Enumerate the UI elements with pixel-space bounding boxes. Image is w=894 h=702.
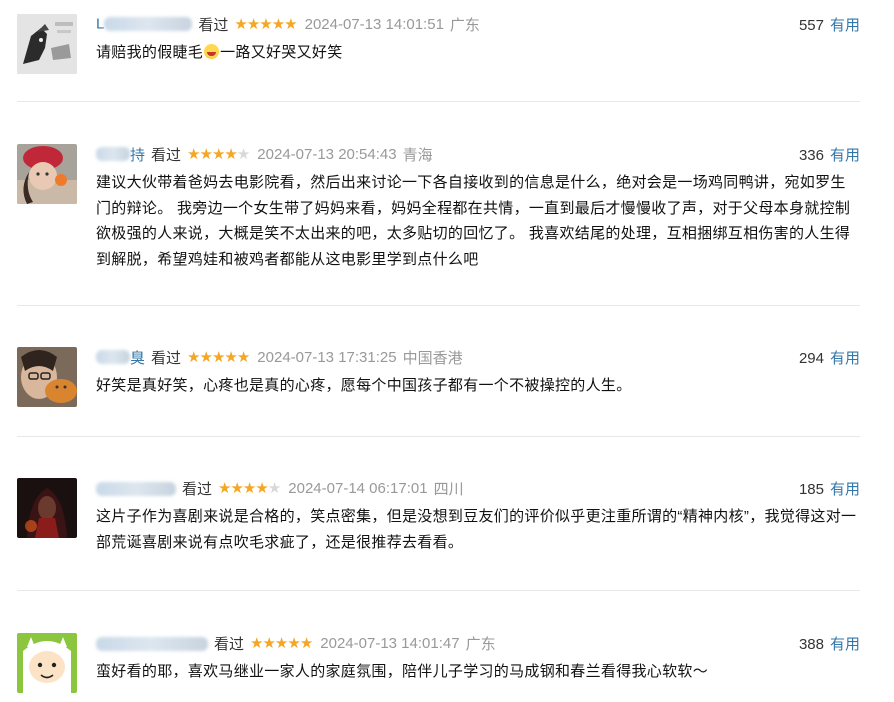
- vote-number: 185: [798, 480, 824, 498]
- star-icon: ★: [199, 349, 212, 366]
- username-visible-part: 持: [130, 146, 146, 164]
- comment-time: 2024-07-13 20:54:43: [257, 145, 397, 163]
- username-visible-part: 臭: [130, 349, 146, 367]
- star-icon: ★: [271, 16, 285, 33]
- comment-content: 建议大伙带着爸妈去电影院看，然后出来讨论一下各自接收到的信息是什么，绝对会是一场…: [96, 174, 851, 268]
- divider: [17, 436, 860, 437]
- username-link[interactable]: 持: [96, 144, 145, 165]
- useful-button[interactable]: 有用: [830, 636, 860, 653]
- watch-status: 看过: [182, 480, 213, 498]
- star-icon: ★: [187, 349, 200, 366]
- username-link[interactable]: [96, 480, 176, 497]
- comment-location: 广东: [465, 635, 496, 653]
- star-rating: ★★★★★: [218, 479, 281, 497]
- comment-content: 这片子作为喜剧来说是合格的，笑点密集，但是没想到豆友们的评价似乎更注重所谓的“精…: [96, 508, 857, 551]
- comment-location: 中国香港: [402, 349, 463, 367]
- star-icon: ★: [250, 635, 263, 652]
- comment-time: 2024-07-13 14:01:51: [304, 15, 444, 33]
- star-rating: ★★★★★: [234, 15, 297, 33]
- comment-content: 好笑是真好笑，心疼也是真的心疼，愿每个中国孩子都有一个不被操控的人生。: [96, 377, 632, 394]
- username-blur-mask: [96, 636, 208, 651]
- star-icon: ★: [224, 146, 237, 163]
- comment-time: 2024-07-13 14:01:47: [320, 634, 460, 652]
- star-icon: ★: [234, 16, 247, 33]
- vote-number: 336: [798, 146, 824, 164]
- username-blur-mask: [96, 350, 130, 364]
- vote-count: 294 有用: [799, 347, 860, 368]
- star-icon: ★: [224, 349, 237, 366]
- star-icon: ★: [287, 635, 300, 652]
- comment-location: 四川: [433, 480, 464, 498]
- star-icon: ★: [255, 480, 268, 497]
- divider: [17, 305, 860, 306]
- vote-number: 557: [798, 16, 824, 34]
- comment-text: 请赔我的假睫毛: [96, 44, 204, 61]
- watch-status: 看过: [151, 146, 182, 164]
- username-link[interactable]: [96, 635, 208, 652]
- comment-location: 广东: [449, 16, 480, 34]
- avatar[interactable]: [17, 633, 77, 693]
- divider: [17, 590, 860, 591]
- vote-count: 388 有用: [799, 633, 860, 654]
- comment-time: 2024-07-14 06:17:01: [288, 479, 428, 497]
- star-icon: ★: [230, 480, 243, 497]
- username-blur-mask: [96, 147, 130, 161]
- vote-count: 336 有用: [799, 144, 860, 165]
- comment-list: L 看过 ★★★★★ 2024-07-13 14:01:51 广东 557 有用 …: [0, 0, 894, 702]
- star-rating: ★★★★★: [187, 348, 250, 366]
- star-icon: ★: [262, 635, 275, 652]
- watch-status: 看过: [198, 16, 229, 34]
- star-icon: ★: [246, 16, 260, 33]
- star-rating: ★★★★★: [250, 634, 313, 652]
- avatar[interactable]: [17, 144, 77, 204]
- avatar[interactable]: [17, 14, 77, 74]
- star-icon: ★: [199, 146, 212, 163]
- watch-status: 看过: [151, 349, 182, 367]
- star-empty-icon: ★: [267, 480, 281, 497]
- comment-meta: 看过 ★★★★★ 2024-07-13 14:01:47 广东 388 有用: [96, 631, 860, 655]
- comment-text: 一路又好哭又好笑: [220, 44, 343, 61]
- comment-time: 2024-07-13 17:31:25: [257, 348, 397, 366]
- star-rating: ★★★★★: [187, 145, 250, 163]
- username-link[interactable]: 臭: [96, 347, 145, 368]
- star-icon: ★: [274, 635, 288, 652]
- username-visible-part: L: [96, 15, 105, 33]
- avatar[interactable]: [17, 478, 77, 538]
- useful-button[interactable]: 有用: [830, 17, 860, 34]
- useful-button[interactable]: 有用: [830, 147, 860, 164]
- avatar[interactable]: [17, 347, 77, 407]
- useful-button[interactable]: 有用: [830, 350, 860, 367]
- comment-meta: 臭 看过 ★★★★★ 2024-07-13 17:31:25 中国香港 294 有…: [96, 345, 860, 369]
- star-empty-icon: ★: [236, 146, 250, 163]
- star-icon: ★: [299, 635, 313, 652]
- star-icon: ★: [187, 146, 200, 163]
- username-link[interactable]: L: [96, 15, 193, 33]
- star-icon: ★: [236, 349, 250, 366]
- comment-meta: 看过 ★★★★★ 2024-07-14 06:17:01 四川 185 有用: [96, 476, 860, 500]
- vote-number: 388: [798, 635, 824, 653]
- star-icon: ★: [284, 16, 297, 33]
- comment-content: 蛮好看的耶，喜欢马继业一家人的家庭氛围，陪伴儿子学习的马成钢和春兰看得我心软软～: [96, 663, 709, 680]
- watch-status: 看过: [214, 635, 245, 653]
- username-blur-mask: [104, 17, 193, 32]
- vote-number: 294: [798, 349, 824, 367]
- comment-content: 请赔我的假睫毛 一路又好哭又好笑: [96, 40, 858, 66]
- comment-meta: L 看过 ★★★★★ 2024-07-13 14:01:51 广东 557 有用: [96, 12, 860, 36]
- vote-count: 557 有用: [799, 14, 860, 35]
- star-icon: ★: [218, 480, 231, 497]
- vote-count: 185 有用: [799, 478, 860, 499]
- divider: [17, 101, 860, 102]
- star-icon: ★: [211, 146, 225, 163]
- star-icon: ★: [259, 16, 272, 33]
- star-icon: ★: [242, 480, 256, 497]
- star-icon: ★: [211, 349, 225, 366]
- username-blur-mask: [96, 481, 176, 496]
- comment-location: 青海: [402, 146, 433, 164]
- laughing-tears-emoji-icon: [204, 44, 220, 59]
- useful-button[interactable]: 有用: [830, 481, 860, 498]
- comment-meta: 持 看过 ★★★★★ 2024-07-13 20:54:43 青海 336 有用: [96, 142, 860, 166]
